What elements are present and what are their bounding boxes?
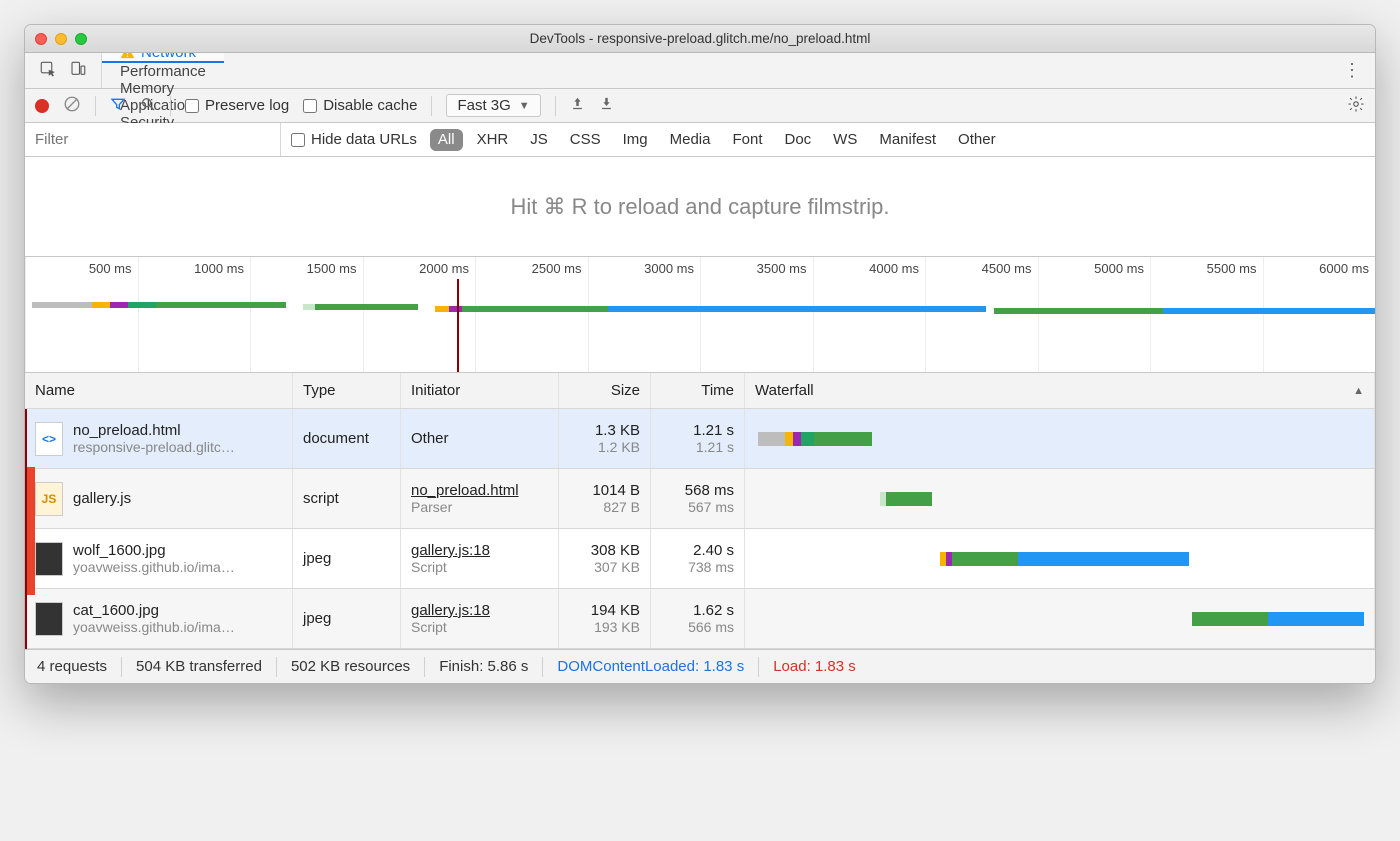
waterfall-cell xyxy=(755,595,1364,642)
initiator-link[interactable]: gallery.js:18 xyxy=(411,602,548,619)
file-icon xyxy=(35,602,63,636)
preserve-log-checkbox[interactable]: Preserve log xyxy=(185,97,289,114)
col-type[interactable]: Type xyxy=(293,373,401,408)
col-size[interactable]: Size xyxy=(559,373,651,408)
zoom-icon[interactable] xyxy=(75,33,87,45)
filter-input[interactable] xyxy=(25,123,281,156)
tab-memory[interactable]: Memory xyxy=(102,80,224,97)
status-finish: Finish: 5.86 s xyxy=(439,658,528,675)
table-row[interactable]: JSgallery.jsscriptno_preload.htmlParser1… xyxy=(25,469,1375,529)
hide-data-urls-checkbox[interactable]: Hide data URLs xyxy=(291,131,417,148)
panel-tabs: ElementsConsoleSourcesNetworkPerformance… xyxy=(25,53,1375,89)
filter-type-xhr[interactable]: XHR xyxy=(469,129,517,151)
filter-type-doc[interactable]: Doc xyxy=(776,129,819,151)
traffic-lights xyxy=(35,33,87,45)
load-line xyxy=(25,409,27,649)
inspect-element-icon[interactable] xyxy=(39,60,57,82)
filter-type-img[interactable]: Img xyxy=(615,129,656,151)
close-icon[interactable] xyxy=(35,33,47,45)
file-icon xyxy=(35,542,63,576)
search-icon[interactable] xyxy=(140,96,156,116)
status-resources: 502 KB resources xyxy=(291,658,410,675)
initiator-link[interactable]: gallery.js:18 xyxy=(411,542,548,559)
device-toolbar-icon[interactable] xyxy=(69,60,87,82)
col-initiator[interactable]: Initiator xyxy=(401,373,559,408)
request-table: Name Type Initiator Size Time Waterfall▲… xyxy=(25,373,1375,649)
status-requests: 4 requests xyxy=(37,658,107,675)
window-title: DevTools - responsive-preload.glitch.me/… xyxy=(25,31,1375,46)
filter-type-js[interactable]: JS xyxy=(522,129,556,151)
table-row[interactable]: wolf_1600.jpgyoavweiss.github.io/ima…jpe… xyxy=(25,529,1375,589)
throttle-select[interactable]: Fast 3G▼ xyxy=(446,94,540,117)
sort-indicator-icon: ▲ xyxy=(1353,385,1364,397)
col-name[interactable]: Name xyxy=(25,373,293,408)
filter-type-all[interactable]: All xyxy=(430,129,463,151)
waterfall-cell xyxy=(755,475,1364,522)
upload-har-icon[interactable] xyxy=(570,96,585,115)
col-waterfall[interactable]: Waterfall▲ xyxy=(745,373,1375,408)
waterfall-cell xyxy=(755,415,1364,462)
filter-bar: Hide data URLs All XHRJS CSS Img MediaFont Do… xyxy=(25,123,1375,157)
filmstrip-hint: Hit ⌘ R to reload and capture filmstrip. xyxy=(25,157,1375,257)
initiator-link[interactable]: no_preload.html xyxy=(411,482,548,499)
settings-icon[interactable] xyxy=(1347,95,1365,117)
status-load: Load: 1.83 s xyxy=(773,658,856,675)
disable-cache-checkbox[interactable]: Disable cache xyxy=(303,97,417,114)
filter-type-css[interactable]: CSS xyxy=(562,129,609,151)
table-row[interactable]: <>no_preload.htmlresponsive-preload.glit… xyxy=(25,409,1375,469)
file-icon: <> xyxy=(35,422,63,456)
waterfall-cell xyxy=(755,535,1364,582)
inspect-controls xyxy=(25,53,102,88)
more-menu-icon[interactable]: ⋮ xyxy=(1329,60,1375,81)
filter-type-ws[interactable]: WS xyxy=(825,129,865,151)
devtools-window: DevTools - responsive-preload.glitch.me/… xyxy=(24,24,1376,684)
filter-type-manifest[interactable]: Manifest xyxy=(871,129,944,151)
file-icon: JS xyxy=(35,482,63,516)
status-bar: 4 requests 504 KB transferred 502 KB res… xyxy=(25,649,1375,683)
minimize-icon[interactable] xyxy=(55,33,67,45)
filter-icon[interactable] xyxy=(110,96,126,116)
table-row[interactable]: cat_1600.jpgyoavweiss.github.io/ima…jpeg… xyxy=(25,589,1375,649)
titlebar: DevTools - responsive-preload.glitch.me/… xyxy=(25,25,1375,53)
network-toolbar: Preserve log Disable cache Fast 3G▼ xyxy=(25,89,1375,123)
clear-button[interactable] xyxy=(63,95,81,117)
filter-type-font[interactable]: Font xyxy=(724,129,770,151)
timeline-overview[interactable]: 500 ms1000 ms1500 ms2000 ms2500 ms3000 m… xyxy=(25,257,1375,373)
status-dcl: DOMContentLoaded: 1.83 s xyxy=(557,658,744,675)
tab-performance[interactable]: Performance xyxy=(102,63,224,80)
chevron-down-icon: ▼ xyxy=(519,100,530,112)
status-transferred: 504 KB transferred xyxy=(136,658,262,675)
load-marker xyxy=(457,279,459,372)
download-har-icon[interactable] xyxy=(599,96,614,115)
filter-type-other[interactable]: Other xyxy=(950,129,1004,151)
record-button[interactable] xyxy=(35,99,49,113)
filter-type-media[interactable]: Media xyxy=(662,129,719,151)
col-time[interactable]: Time xyxy=(651,373,745,408)
table-header: Name Type Initiator Size Time Waterfall▲ xyxy=(25,373,1375,409)
